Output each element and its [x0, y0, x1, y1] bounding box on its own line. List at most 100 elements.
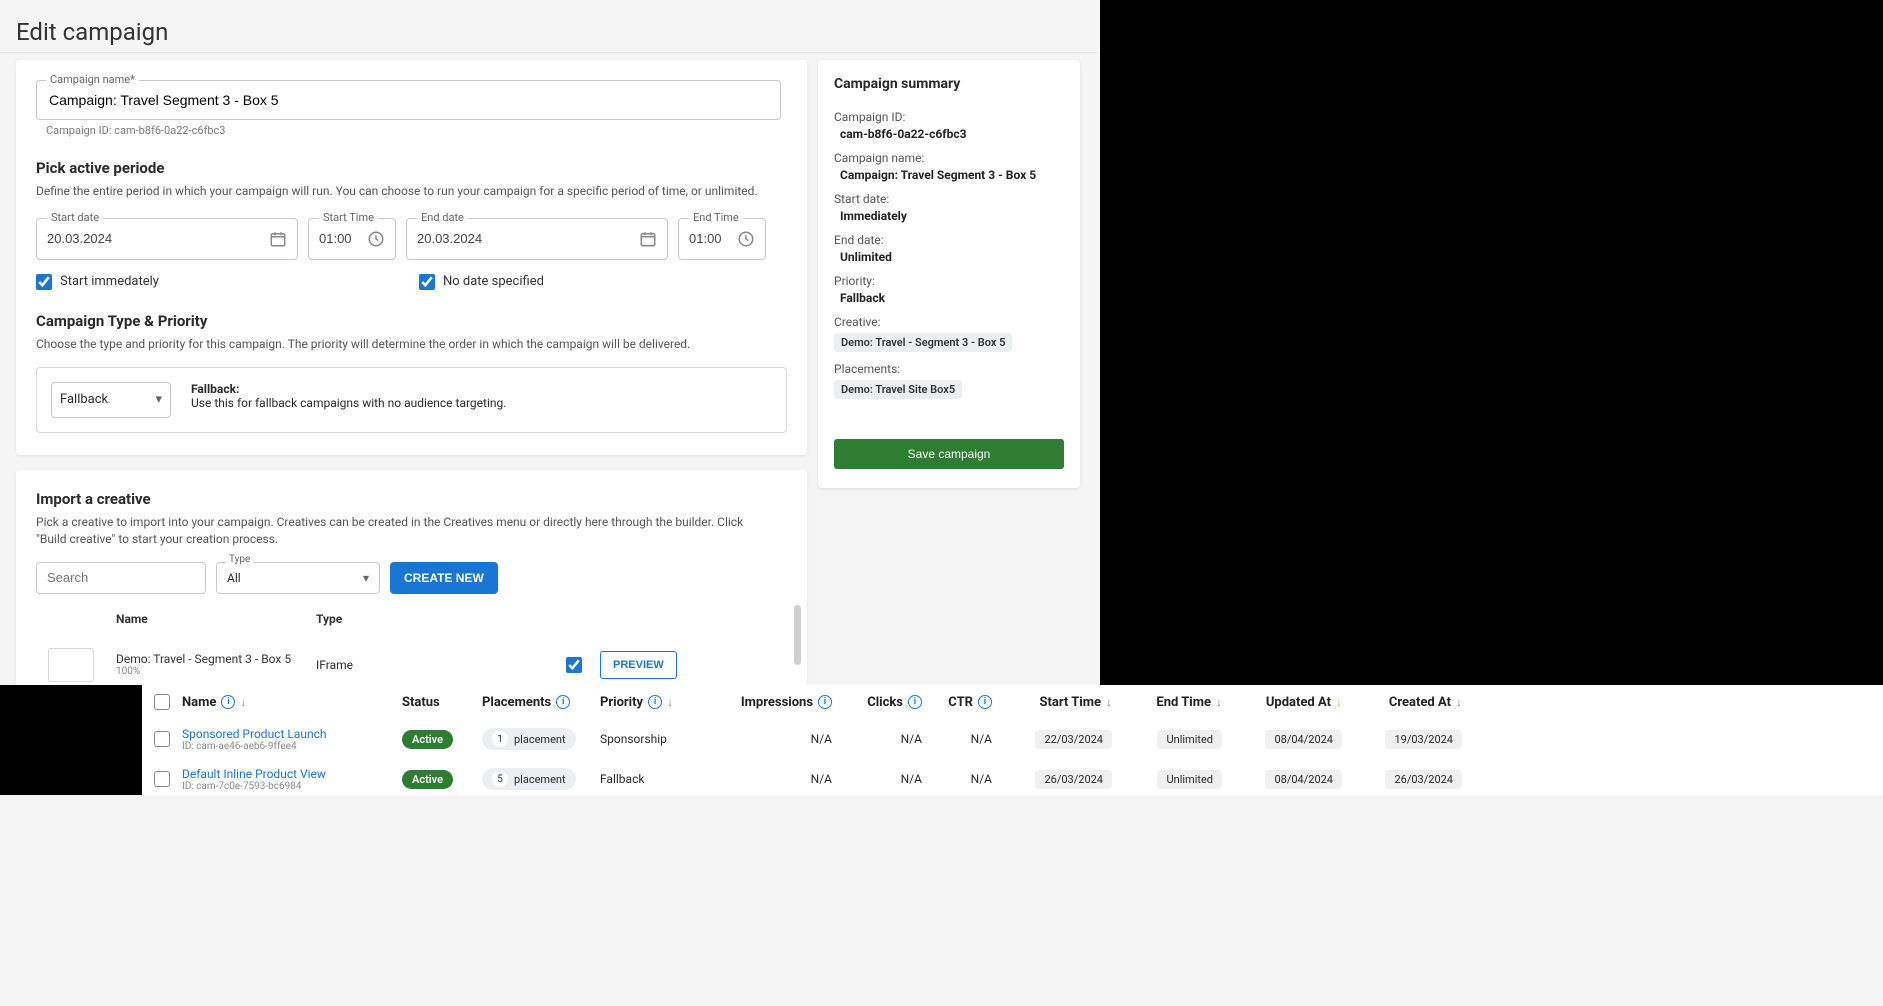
summary-id-label: Campaign ID: — [834, 110, 1064, 124]
creative-row-name: Demo: Travel - Segment 3 - Box 5 — [116, 652, 316, 666]
campaigns-table-strip: Namei↓ Status Placementsi Priorityi↓ Imp… — [0, 685, 1883, 795]
creative-thumbnail — [48, 648, 94, 682]
col-ctr[interactable]: CTR — [948, 695, 973, 710]
end-date-label: End date — [417, 211, 468, 224]
row-checkbox[interactable] — [154, 731, 170, 747]
creative-row-checkbox[interactable] — [566, 657, 582, 673]
ctr-value: N/A — [971, 732, 992, 746]
creative-row-sub: 100% — [116, 666, 316, 677]
priority-value: Fallback — [600, 772, 644, 786]
edit-form-card: Campaign name* Campaign ID: cam-b8f6-0a2… — [16, 60, 807, 455]
summary-start-value: Immediately — [840, 209, 1064, 223]
start-date-input[interactable] — [47, 231, 269, 246]
creative-type-select[interactable]: Type All ▾ — [216, 562, 380, 594]
placements-badge: 5placement — [482, 768, 576, 790]
end-time-field[interactable]: End Time — [678, 218, 766, 260]
start-time-field[interactable]: Start Time — [308, 218, 396, 260]
col-priority[interactable]: Priority — [600, 695, 643, 710]
end-time-value: Unlimited — [1157, 770, 1222, 789]
start-time-value: 22/03/2024 — [1035, 730, 1112, 749]
creative-search-input[interactable] — [36, 562, 206, 594]
creative-col-type: Type — [316, 612, 436, 626]
campaign-id-helper: Campaign ID: cam-b8f6-0a22-c6fbc3 — [46, 124, 787, 137]
summary-placements-label: Placements: — [834, 362, 1064, 376]
no-end-date-label: No date specified — [443, 274, 544, 289]
sort-icon[interactable]: ↓ — [667, 695, 673, 709]
end-date-input[interactable] — [417, 231, 639, 246]
start-time-label: Start Time — [319, 211, 378, 224]
col-start-time[interactable]: Start Time — [1039, 695, 1101, 710]
campaign-id: ID: cam-ae46-aeb6-9ffee4 — [182, 741, 402, 752]
page-title: Edit campaign — [16, 18, 168, 46]
start-immediately-checkbox[interactable]: Start immedately — [36, 274, 159, 290]
calendar-icon — [639, 230, 657, 248]
start-time-input[interactable] — [319, 231, 367, 246]
start-immediately-label: Start immedately — [60, 274, 159, 289]
campaign-name-label: Campaign name* — [46, 73, 139, 86]
campaign-link[interactable]: Sponsored Product Launch — [182, 727, 402, 741]
placements-badge: 1placement — [482, 728, 576, 750]
info-icon[interactable]: i — [556, 695, 570, 709]
creative-type-label: Type — [226, 554, 253, 565]
info-icon[interactable]: i — [978, 695, 992, 709]
clicks-value: N/A — [901, 732, 922, 746]
col-updated[interactable]: Updated At — [1266, 695, 1331, 710]
impressions-value: N/A — [811, 772, 832, 786]
info-icon[interactable]: i — [648, 695, 662, 709]
type-desc: Choose the type and priority for this ca… — [36, 336, 787, 353]
info-icon[interactable]: i — [908, 695, 922, 709]
start-date-field[interactable]: Start date — [36, 218, 298, 260]
sort-icon[interactable]: ↓ — [240, 695, 246, 709]
col-clicks[interactable]: Clicks — [867, 695, 903, 710]
status-badge: Active — [402, 730, 453, 749]
col-name[interactable]: Name — [182, 695, 216, 710]
creative-type-value: All — [227, 571, 241, 585]
checkbox-icon[interactable] — [419, 274, 435, 290]
no-end-date-checkbox[interactable]: No date specified — [419, 274, 544, 290]
end-date-field[interactable]: End date — [406, 218, 668, 260]
col-status[interactable]: Status — [402, 695, 440, 710]
table-header: Namei↓ Status Placementsi Priorityi↓ Imp… — [142, 685, 1487, 719]
summary-end-value: Unlimited — [840, 250, 1064, 264]
import-desc: Pick a creative to import into your camp… — [36, 514, 766, 548]
priority-value: Fallback — [60, 392, 108, 407]
summary-placement-chip: Demo: Travel Site Box5 — [834, 380, 962, 399]
sort-icon[interactable]: ↓ — [1456, 695, 1462, 709]
info-icon[interactable]: i — [221, 695, 235, 709]
import-heading: Import a creative — [36, 490, 787, 508]
summary-end-label: End date: — [834, 233, 1064, 247]
row-checkbox[interactable] — [154, 771, 170, 787]
divider — [0, 52, 1098, 53]
priority-select[interactable]: Fallback ▾ — [51, 382, 171, 418]
col-placements[interactable]: Placements — [482, 695, 551, 710]
creative-col-name: Name — [116, 612, 316, 626]
save-campaign-button[interactable]: Save campaign — [834, 439, 1064, 469]
preview-button[interactable]: PREVIEW — [600, 651, 677, 679]
start-date-label: Start date — [47, 211, 103, 224]
start-time-value: 26/03/2024 — [1035, 770, 1112, 789]
campaign-link[interactable]: Default Inline Product View — [182, 767, 402, 781]
scrollbar[interactable] — [794, 605, 801, 665]
end-time-input[interactable] — [689, 231, 737, 246]
clock-icon — [737, 230, 755, 248]
clicks-value: N/A — [901, 772, 922, 786]
created-value: 26/03/2024 — [1385, 770, 1462, 789]
checkbox-icon[interactable] — [36, 274, 52, 290]
updated-value: 08/04/2024 — [1265, 770, 1342, 789]
end-time-value: Unlimited — [1157, 730, 1222, 749]
creative-row[interactable]: Demo: Travel - Segment 3 - Box 5 100% IF… — [36, 648, 787, 682]
create-new-button[interactable]: CREATE NEW — [390, 562, 498, 594]
import-creative-card: Import a creative Pick a creative to imp… — [16, 470, 807, 686]
col-end-time[interactable]: End Time — [1156, 695, 1211, 710]
col-created[interactable]: Created At — [1389, 695, 1451, 710]
priority-value: Sponsorship — [600, 732, 667, 746]
info-icon[interactable]: i — [818, 695, 832, 709]
updated-value: 08/04/2024 — [1265, 730, 1342, 749]
campaign-id: ID: cam-7c0e-7593-bc6984 — [182, 781, 402, 792]
col-impressions[interactable]: Impressions — [741, 695, 813, 710]
campaign-name-input[interactable] — [36, 80, 781, 120]
summary-name-label: Campaign name: — [834, 151, 1064, 165]
impressions-value: N/A — [811, 732, 832, 746]
select-all-checkbox[interactable] — [154, 694, 170, 710]
summary-name-value: Campaign: Travel Segment 3 - Box 5 — [840, 168, 1064, 182]
